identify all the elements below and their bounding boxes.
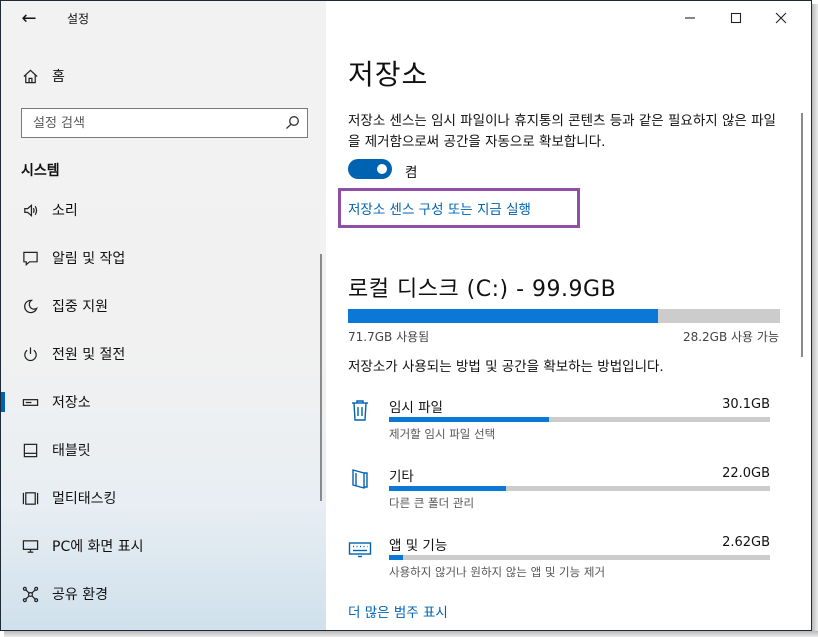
moon-icon: [21, 297, 39, 315]
sidebar-item-label: 저장소: [52, 395, 91, 411]
storage-sense-description: 저장소 센스는 임시 파일이나 휴지통의 콘텐츠 등과 같은 필요하지 않은 파…: [348, 113, 776, 150]
sidebar-scrollbar[interactable]: [320, 254, 322, 501]
disk-usage-fill: [348, 309, 659, 323]
category-bar: [389, 555, 770, 560]
power-icon: [21, 345, 39, 363]
projecting-icon: [21, 537, 39, 555]
multitasking-icon: [21, 489, 39, 507]
trash-icon: [348, 398, 374, 424]
category-subtext: 다른 큰 폴더 관리: [389, 496, 475, 510]
disk-title: 로컬 디스크 (C:) - 99.9GB: [348, 277, 617, 302]
storage-sense-toggle[interactable]: [348, 159, 392, 179]
toggle-label: 켬: [405, 165, 418, 181]
category-bar-fill: [389, 486, 506, 491]
category-size: 30.1GB: [722, 397, 770, 412]
category-bar-fill: [389, 417, 550, 422]
folder-icon: [348, 467, 374, 493]
category-temp-files[interactable]: 임시 파일 30.1GB 제거할 임시 파일 선택: [348, 396, 778, 446]
sidebar-item-label: 알림 및 작업: [52, 251, 126, 267]
sidebar-item-label: 전원 및 절전: [52, 347, 126, 363]
sidebar-item-label: 집중 지원: [52, 299, 108, 315]
app-title: 설정: [67, 12, 90, 26]
sidebar-item-shared-experiences[interactable]: 공유 환경: [1, 574, 326, 614]
disk-used-label: 71.7GB 사용됨: [348, 330, 430, 344]
sidebar-item-label: PC에 화면 표시: [52, 539, 144, 555]
category-apps-features[interactable]: 앱 및 기능 2.62GB 사용하지 않거나 원하지 않는 앱 및 기능 제거: [348, 534, 778, 584]
home-icon: [21, 67, 39, 85]
sidebar-item-label: 소리: [52, 203, 78, 219]
sidebar: ← 설정 홈 시스템 소리 알림 및 작업: [1, 1, 326, 630]
tablet-icon: [21, 441, 39, 459]
search-icon[interactable]: [285, 115, 300, 130]
show-more-categories-link[interactable]: 더 많은 범주 표시: [348, 601, 448, 621]
main-content: 저장소 저장소 센스는 임시 파일이나 휴지통의 콘텐츠 등과 같은 필요하지 …: [326, 1, 811, 630]
sidebar-item-label: 태블릿: [52, 443, 91, 459]
section-title: 시스템: [21, 163, 60, 179]
sidebar-item-tablet[interactable]: 태블릿: [1, 430, 326, 470]
sidebar-item-home[interactable]: 홈: [1, 57, 326, 95]
category-subtext: 사용하지 않거나 원하지 않는 앱 및 기능 제거: [389, 565, 606, 579]
disk-free-label: 28.2GB 사용 가능: [682, 330, 779, 344]
sidebar-item-label: 홈: [52, 69, 65, 85]
notification-icon: [21, 249, 39, 267]
keyboard-icon: [348, 536, 374, 562]
category-other[interactable]: 기타 22.0GB 다른 큰 폴더 관리: [348, 465, 778, 515]
category-name: 기타: [389, 469, 414, 485]
sidebar-item-multitasking[interactable]: 멀티태스킹: [1, 478, 326, 518]
category-bar-fill: [389, 555, 404, 560]
category-bar: [389, 417, 770, 422]
disk-usage-bar: [348, 309, 780, 323]
sidebar-item-sound[interactable]: 소리: [1, 190, 326, 230]
category-name: 앱 및 기능: [389, 538, 448, 554]
page-title: 저장소: [348, 58, 429, 91]
settings-window: ← 설정 홈 시스템 소리 알림 및 작업: [0, 0, 812, 631]
window-shadow-bottom: [4, 631, 818, 637]
category-size: 2.62GB: [722, 535, 770, 550]
sidebar-item-label: 공유 환경: [52, 587, 108, 603]
sidebar-item-projecting[interactable]: PC에 화면 표시: [1, 526, 326, 566]
speaker-icon: [21, 201, 39, 219]
category-name: 임시 파일: [389, 400, 443, 416]
shared-experiences-icon: [21, 585, 39, 603]
sidebar-item-focus-assist[interactable]: 집중 지원: [1, 286, 326, 326]
selection-indicator: [1, 392, 5, 412]
category-size: 22.0GB: [722, 466, 770, 481]
storage-icon: [21, 393, 39, 411]
window-shadow-right: [812, 4, 818, 637]
sidebar-item-label: 멀티태스킹: [52, 491, 117, 507]
category-bar: [389, 486, 770, 491]
storage-usage-subtext: 저장소가 사용되는 방법 및 공간을 확보하는 방법입니다.: [348, 359, 664, 375]
search-box: [21, 108, 308, 138]
main-scrollbar[interactable]: [801, 113, 803, 357]
sidebar-item-storage[interactable]: 저장소: [1, 382, 326, 422]
configure-storage-sense-link[interactable]: 저장소 센스 구성 또는 지금 실행: [348, 198, 531, 218]
back-arrow-icon[interactable]: ←: [15, 7, 43, 31]
sidebar-item-power[interactable]: 전원 및 절전: [1, 334, 326, 374]
sidebar-item-notifications[interactable]: 알림 및 작업: [1, 238, 326, 278]
search-input[interactable]: [22, 109, 277, 137]
toggle-knob: [377, 164, 387, 174]
category-subtext: 제거할 임시 파일 선택: [389, 427, 496, 441]
